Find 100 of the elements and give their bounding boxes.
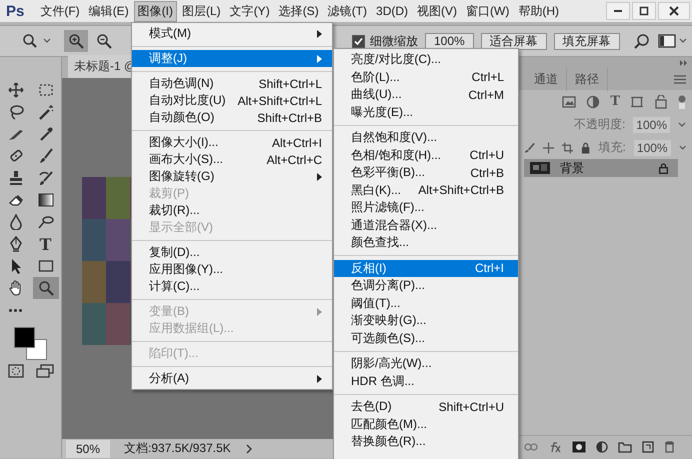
menu-item[interactable]: 滤镜(T) [324,0,372,22]
menu-item[interactable]: 色相/饱和度(H)... Ctrl+U [334,146,518,164]
menu-item[interactable]: 阈值(T)... [334,294,518,312]
menu-item[interactable]: 图像旋转(G) [132,168,332,185]
move-icon[interactable] [543,142,554,154]
lock-icon[interactable] [581,142,591,154]
zoom-out-icon [96,33,112,49]
option-button[interactable]: 填充屏幕 [554,32,620,50]
brush-icon [38,170,54,186]
chevron-icon[interactable] [244,444,253,454]
menu-item[interactable]: 匹配颜色(M)... [334,416,518,433]
half-circle-icon[interactable] [586,94,600,108]
option-button[interactable]: 100% [425,32,474,50]
menu-item[interactable]: 应用图像(Y)... [132,261,332,278]
menu-item[interactable]: 去色(D) Shift+Ctrl+U [334,398,518,416]
menu-item[interactable]: 模式(M) [132,25,332,42]
menu-item[interactable]: 亮度/对比度(C)... [334,51,518,68]
screen-mode-icon[interactable] [36,364,54,378]
color-swatches-drawing[interactable] [14,327,47,360]
menu-item[interactable]: 自动对比度(U) Alt+Shift+Ctrl+L [132,92,332,109]
menu-item[interactable]: HDR 色调... [334,372,518,390]
menu-item[interactable]: 文件(F) [36,0,84,22]
close-button[interactable] [658,2,690,20]
maximize-button[interactable] [632,2,656,20]
more-icon [9,308,22,312]
menu-item[interactable]: 通道混合器(X)... [334,216,518,234]
menu-item[interactable]: 窗口(W) [462,0,514,22]
opacity-field[interactable]: 100% [633,116,670,132]
new-layer-icon[interactable] [642,441,654,453]
caret-icon[interactable] [678,122,686,128]
fill-field[interactable]: 100% [634,140,671,156]
menu-item[interactable]: 裁切(R)... [132,202,332,219]
image-filter-icon[interactable] [562,94,576,108]
marquee-icon [38,82,54,98]
rectangle-icon [38,258,54,274]
layer-name: 背景 [560,160,585,176]
zoom-field[interactable]: 50% [66,440,110,458]
menu-item[interactable]: 画布大小(S)... Alt+Ctrl+C [132,151,332,168]
type-filter[interactable]: T [610,94,620,109]
panel-tab[interactable]: 路径 [567,68,608,90]
checkbox[interactable] [352,34,365,48]
panel-tab[interactable]: 通道 [526,68,567,90]
fx-icon[interactable] [548,441,562,453]
menu-item[interactable]: 黑白(K)... Alt+Shift+Ctrl+B [334,182,518,199]
half-circle-icon[interactable] [596,441,608,453]
menu-item[interactable]: 照片滤镜(F)... [334,199,518,216]
menu-item[interactable]: 编辑(E) [84,0,133,22]
menu-item[interactable]: 图层(L) [178,0,225,22]
brush-icon[interactable] [524,142,536,154]
magnifier-icon [22,33,52,49]
expand-icon[interactable] [680,60,688,66]
menu-item[interactable]: 自然饱和度(V)... [334,129,518,146]
menu-item[interactable]: 图像大小(I)... Alt+Ctrl+I [132,134,332,151]
menu-item[interactable]: 反相(I) Ctrl+I [334,260,518,277]
menu-item[interactable]: 视图(V) [413,0,462,22]
minimize-button[interactable] [606,2,630,20]
menu-item[interactable]: 计算(C)... [132,278,332,295]
menu-item[interactable]: 可选颜色(S)... [334,330,518,347]
layer-row[interactable]: 背景 [524,159,678,177]
menu-item[interactable]: 色彩平衡(B)... Ctrl+B [334,164,518,182]
menu-item[interactable]: 曲线(U)... Ctrl+M [334,86,518,104]
lasso-icon [8,104,24,120]
smart-object-icon[interactable] [654,94,668,108]
magnifier-tool[interactable] [32,277,58,299]
menu-item[interactable]: 分析(A) [132,370,332,387]
menu-item[interactable]: 自动颜色(O) Shift+Ctrl+B [132,109,332,126]
option-button[interactable]: 适合屏幕 [480,32,547,50]
menu-item[interactable]: 色调分离(P)... [334,277,518,294]
menu-item[interactable]: 曝光度(E)... [334,104,518,121]
toggle-icon[interactable] [678,94,686,108]
menu-icon[interactable] [674,74,686,84]
mask-icon[interactable] [572,441,586,453]
stamp-icon [8,170,24,186]
type-tool[interactable]: T [32,233,58,255]
quick-mask-icon[interactable] [8,364,24,378]
menu-item[interactable]: 图像(I) [134,0,178,22]
menu-item[interactable]: 帮助(H) [514,0,564,22]
menu-item[interactable]: 复制(D)... [132,244,332,261]
menu-item[interactable]: 自动色调(N) Shift+Ctrl+L [132,75,332,92]
shape-filter-icon[interactable] [630,94,644,108]
menu-item[interactable]: 阴影/高光(W)... [334,355,518,372]
menu-item[interactable]: 调整(J) [132,50,332,67]
search-icon[interactable] [634,33,650,49]
caret-icon[interactable] [678,144,686,150]
trash-icon[interactable] [664,441,675,453]
menu-item[interactable]: 颜色查找... [334,234,518,252]
menu-item[interactable]: 渐变映射(G)... [334,312,518,330]
workspace-icon[interactable] [658,33,688,49]
zoom-in-button[interactable] [64,30,88,52]
dodge-icon [38,214,54,230]
folder-icon[interactable] [618,441,632,453]
crop-icon[interactable] [562,142,574,154]
menu-item[interactable]: 色阶(L)... Ctrl+L [334,68,518,86]
eyedropper-icon [38,126,54,142]
magnifier-icon [38,280,54,296]
menu-item[interactable]: 文字(Y) [226,0,274,22]
menu-item[interactable]: 选择(S) [274,0,323,22]
menu-item[interactable]: 3D(D) [372,2,412,20]
menu-item[interactable]: 替换颜色(R)... [334,433,518,450]
fill-label: 填充: [598,139,626,156]
